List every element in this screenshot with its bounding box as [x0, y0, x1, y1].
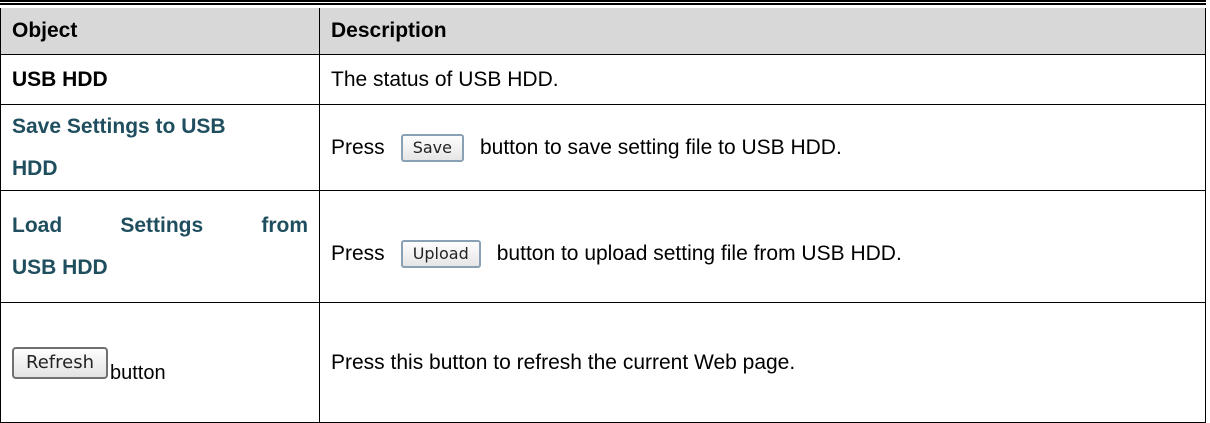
object-cell: Load Settings from USB HDD	[0, 191, 320, 302]
description-table: Object Description USB HDD The status of…	[0, 0, 1206, 423]
object-save-settings: Save Settings to USB HDD	[12, 106, 226, 190]
object-suffix: button	[109, 361, 166, 384]
object-line: USB HDD	[12, 255, 108, 279]
header-object: Object	[0, 8, 320, 54]
object-usb-hdd: USB HDD	[12, 67, 108, 91]
header-description: Description	[320, 8, 1206, 54]
upload-button[interactable]: Upload	[400, 239, 481, 268]
object-line: Save Settings to USB	[12, 114, 226, 138]
table-header-row: Object Description	[0, 8, 1206, 55]
table-row: Save Settings to USB HDD Press Save butt…	[0, 105, 1206, 191]
table-row: Load Settings from USB HDD Press Upload …	[0, 191, 1206, 303]
description-cell: The status of USB HDD.	[320, 55, 1206, 104]
description-cell: Press this button to refresh the current…	[320, 303, 1206, 422]
desc-prefix: Press	[331, 241, 385, 265]
table-row: USB HDD The status of USB HDD.	[0, 55, 1206, 105]
object-load-settings: Load Settings from USB HDD	[12, 205, 308, 289]
object-cell: USB HDD	[0, 55, 320, 104]
desc-prefix: Press	[331, 135, 385, 159]
description-cell: Press Save button to save setting file t…	[320, 105, 1206, 190]
desc-suffix: button to upload setting file from USB H…	[496, 241, 902, 265]
table-row: Refresh button Press this button to refr…	[0, 303, 1206, 423]
save-button[interactable]: Save	[400, 133, 464, 162]
object-cell: Save Settings to USB HDD	[0, 105, 320, 190]
object-refresh: Refresh button	[12, 346, 166, 384]
object-cell: Refresh button	[0, 303, 320, 422]
object-word: from	[261, 213, 308, 237]
object-line: HDD	[12, 156, 58, 180]
desc-suffix: button to save setting file to USB HDD.	[479, 135, 842, 159]
object-line: Load Settings from	[12, 205, 308, 247]
refresh-button[interactable]: Refresh	[12, 346, 108, 379]
object-word: Load	[12, 213, 63, 237]
object-word: Settings	[120, 213, 204, 237]
description-cell: Press Upload button to upload setting fi…	[320, 191, 1206, 302]
